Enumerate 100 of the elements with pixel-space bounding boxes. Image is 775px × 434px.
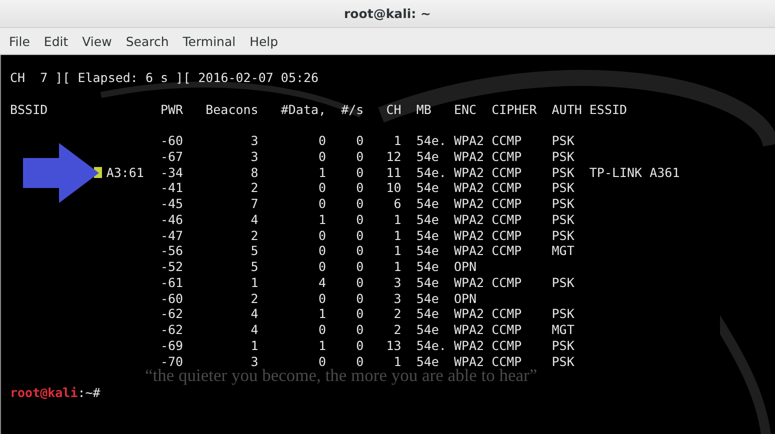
table-cell: 0 (356, 322, 364, 338)
column-header: BSSID (10, 102, 48, 118)
table-cell: 0 (318, 243, 326, 259)
table-cell: -60 (160, 290, 184, 306)
table-cell: 0 (318, 290, 326, 306)
table-cell: 54e (416, 228, 439, 244)
table-cell: 0 (356, 290, 364, 306)
table-cell: 0 (318, 148, 326, 164)
table-cell-text: CCMP (492, 354, 522, 368)
table-cell: 5 (250, 243, 258, 259)
table-cell: 8 (250, 164, 258, 180)
column-header: CIPHER (492, 102, 537, 118)
table-cell: 54e (416, 196, 439, 212)
table-cell: 13 (386, 338, 402, 354)
table-cell: -56 (160, 243, 184, 259)
menu-item[interactable]: View (75, 34, 119, 48)
table-cell: 3 (250, 354, 258, 370)
table-cell: 0 (318, 180, 326, 196)
table-cell: -46 (160, 212, 184, 228)
table-cell: -67 (160, 148, 184, 164)
table-cell: 5 (250, 259, 258, 275)
table-cell: WPA2 (454, 306, 484, 322)
table-cell: 54e (416, 322, 439, 338)
table-cell: PSK (552, 196, 574, 212)
table-cell: 4 (318, 274, 326, 290)
background-tagline: “the quieter you become, the more you are able to hear” (145, 368, 538, 384)
table-cell: 0 (356, 196, 364, 212)
table-cell: 0 (356, 164, 364, 180)
table-cell: -60 (160, 133, 184, 149)
table-cell-text: WPA2 (454, 354, 484, 368)
menu-item[interactable]: Terminal (176, 34, 243, 48)
table-cell: -41 (160, 180, 184, 196)
table-cell: 1 (394, 212, 402, 228)
table-cell: 54e. (416, 133, 446, 149)
table-cell: CCMP (492, 196, 522, 212)
menu-item[interactable]: Help (242, 34, 286, 48)
table-cell: WPA2 (454, 164, 484, 180)
table-cell: PSK (552, 180, 574, 196)
table-cell: 1 (394, 243, 402, 259)
table-cell: CCMP (492, 164, 522, 180)
table-cell: 0 (356, 228, 364, 244)
table-cell: PSK (552, 228, 574, 244)
table-cell: MGT (552, 243, 574, 259)
table-cell: -61 (160, 274, 184, 290)
table-cell: 2 (250, 228, 258, 244)
table-cell: 6 (394, 196, 402, 212)
table-cell: TP-LINK A361 (589, 164, 680, 180)
table-cell: 1 (394, 133, 402, 149)
column-header: #Data, (280, 102, 326, 118)
table-cell: 0 (356, 180, 364, 196)
table-cell: 0 (318, 196, 326, 212)
table-cell: 7 (250, 196, 258, 212)
table-cell: WPA2 (454, 243, 484, 259)
status-line: CH 7 ][ Elapsed: 6 s ][ 2016-02-07 05:26 (10, 70, 320, 86)
table-cell: CCMP (492, 228, 522, 244)
table-cell: 0 (356, 354, 364, 370)
table-cell-text: 0 (318, 354, 326, 368)
table-cell: OPN (454, 259, 477, 275)
table-cell: 0 (356, 338, 364, 354)
menu-item[interactable]: File (2, 34, 37, 48)
table-cell: PSK (552, 274, 574, 290)
table-cell: CCMP (492, 180, 522, 196)
table-cell: 54e (416, 243, 439, 259)
table-cell: PSK (552, 164, 574, 180)
table-cell: 54e (416, 354, 439, 370)
table-cell: 54e (416, 148, 439, 164)
table-cell: 3 (394, 274, 402, 290)
table-cell: 54e (416, 290, 439, 306)
table-cell: 54e (416, 306, 439, 322)
table-cell: CCMP (492, 274, 522, 290)
table-cell: 1 (394, 228, 402, 244)
table-cell: 12 (386, 148, 402, 164)
table-cell: -62 (160, 322, 184, 338)
table-cell: 3 (394, 290, 402, 306)
shell-prompt: root@kali:~# (10, 385, 102, 401)
column-header: Beacons (206, 102, 258, 118)
column-header: MB (416, 102, 432, 118)
column-header: CH (386, 102, 402, 118)
table-cell: -52 (160, 259, 184, 275)
table-cell: 0 (356, 259, 364, 275)
table-cell: PSK (552, 354, 574, 370)
column-header: ESSID (589, 102, 628, 118)
table-cell: -45 (160, 196, 184, 212)
table-cell: 54e (416, 180, 439, 196)
table-cell: CCMP (492, 243, 522, 259)
table-cell: CCMP (492, 212, 522, 228)
menu-item[interactable]: Search (118, 34, 176, 48)
table-cell: 1 (250, 338, 258, 354)
table-cell: 1 (318, 338, 326, 354)
table-cell: 3 (250, 148, 258, 164)
table-cell: PSK (552, 148, 574, 164)
table-cell: WPA2 (454, 228, 484, 244)
table-cell: 1 (394, 259, 402, 275)
table-cell: 1 (394, 354, 402, 370)
column-header: ENC (454, 102, 477, 118)
table-cell: A3:61 (106, 164, 144, 180)
menu-item[interactable]: Edit (36, 34, 76, 48)
table-cell: 3 (250, 133, 258, 149)
table-cell: 2 (250, 180, 258, 196)
table-cell: 4 (250, 322, 258, 338)
